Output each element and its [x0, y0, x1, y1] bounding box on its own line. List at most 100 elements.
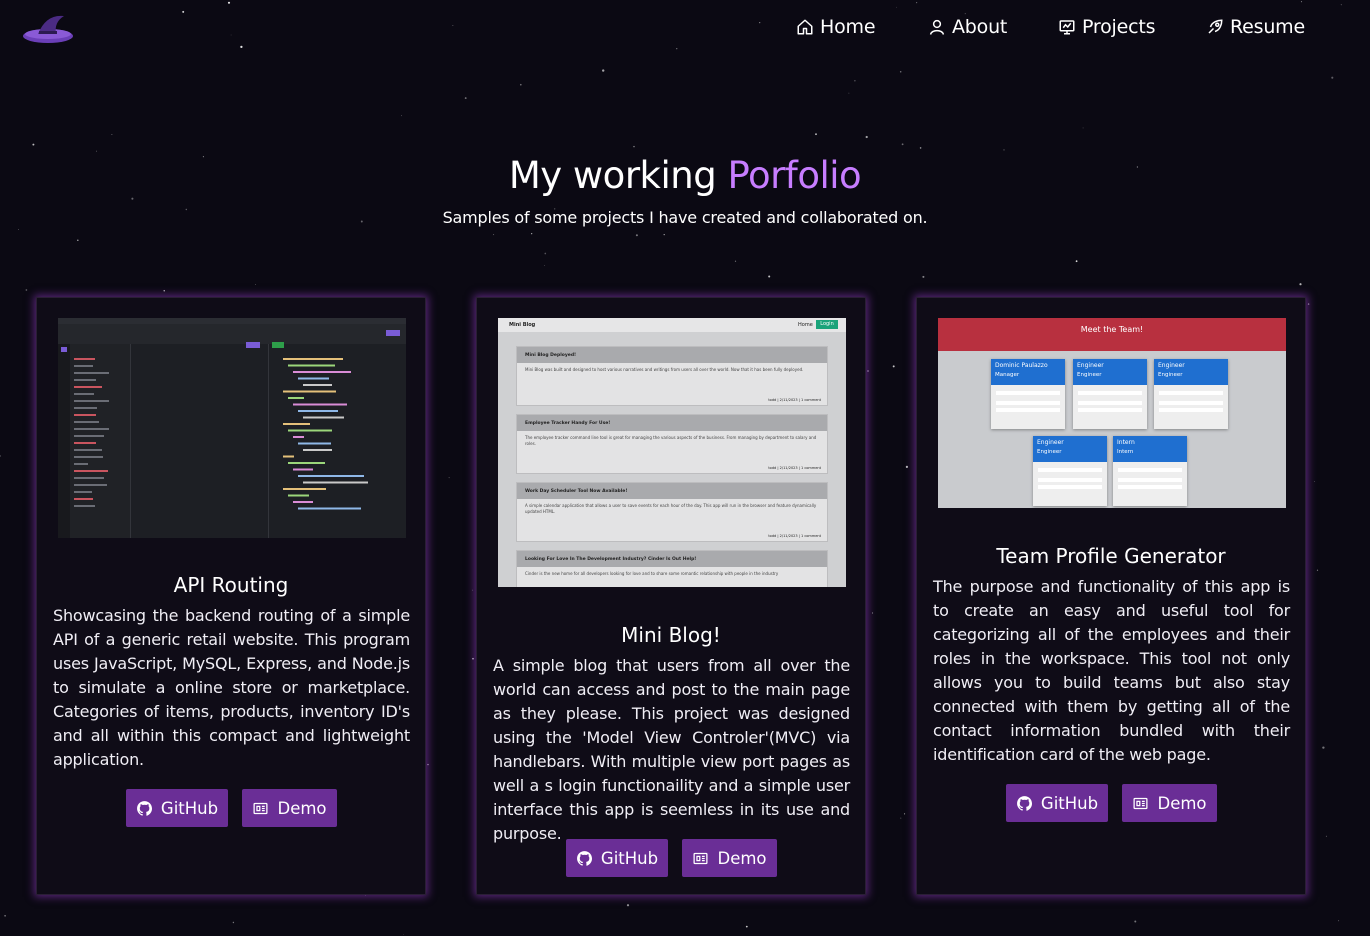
projects-icon [1059, 20, 1075, 35]
blog-post-body: The employee tracker command line tool i… [525, 435, 817, 446]
code-line [298, 507, 361, 510]
star [815, 133, 817, 136]
folder-line [74, 505, 95, 507]
code-line [298, 442, 331, 445]
star [111, 134, 113, 136]
star [848, 92, 850, 94]
code-line [288, 462, 325, 464]
nav-home[interactable]: Home [796, 16, 876, 38]
demo-button[interactable]: Demo [682, 839, 777, 877]
star [1082, 127, 1084, 129]
star [472, 589, 474, 591]
blog-post-preview: Employee Tracker Handy For Use! The emplo… [516, 414, 828, 474]
member-role: Engineer [1158, 372, 1183, 378]
github-button[interactable]: GitHub [126, 789, 228, 827]
folder-line [74, 365, 93, 367]
project-card-api-routing: API Routing Showcasing the backend routi… [36, 297, 426, 895]
star [854, 80, 856, 82]
blog-post-title: Looking For Love In The Development Indu… [517, 551, 827, 567]
nav-about[interactable]: About [928, 16, 1007, 38]
code-line [288, 429, 332, 432]
blog-post-meta: todd | 2/11/2023 | 1 comment [768, 466, 821, 470]
star [602, 69, 605, 72]
star [745, 925, 748, 928]
blog-post-preview: Work Day Scheduler Tool Now Available! A … [516, 482, 828, 542]
blog-post-title: Mini Blog Deployed! [517, 347, 827, 363]
folder-line [74, 386, 102, 388]
nav-resume-label: Resume [1230, 16, 1305, 38]
star [25, 289, 28, 291]
code-line [303, 449, 332, 451]
demo-button[interactable]: Demo [1122, 784, 1217, 822]
github-icon [136, 800, 152, 816]
page-title: My working Porfolio [0, 154, 1370, 197]
folder-line [74, 456, 103, 458]
team-member-card: Engineer Engineer [1073, 359, 1147, 429]
folder-line [74, 463, 88, 465]
star [872, 612, 874, 614]
member-name: Dominic Paulazzo [995, 362, 1048, 369]
folder-line [74, 372, 109, 374]
blog-post-meta: todd | 2/11/2023 | 1 comment [768, 398, 821, 402]
code-line [283, 488, 326, 490]
star [901, 143, 904, 146]
page-subtitle: Samples of some projects I have created … [442, 208, 928, 227]
star [4, 914, 6, 917]
api-routing-screenshot[interactable] [58, 318, 406, 538]
github-button[interactable]: GitHub [1006, 784, 1108, 822]
member-role: Engineer [1077, 372, 1102, 378]
code-line [293, 371, 351, 373]
code-line [288, 494, 309, 497]
star [96, 150, 97, 152]
mini-blog-screenshot[interactable]: Mini Blog Home Login Mini Blog Deployed!… [498, 318, 846, 587]
witch-hat-logo[interactable] [22, 12, 76, 46]
folder-line [74, 498, 93, 500]
code-line [303, 416, 344, 419]
team-member-card: Intern Intern [1113, 436, 1187, 506]
team-profile-screenshot[interactable]: Meet the Team! Dominic Paulazzo Manager En… [938, 318, 1286, 508]
star [448, 477, 450, 479]
demo-button[interactable]: Demo [242, 789, 337, 827]
screenshot-brand: Mini Blog [509, 322, 536, 328]
github-icon [1016, 795, 1032, 811]
star [904, 813, 906, 815]
project-title: Mini Blog! [621, 623, 721, 647]
folder-line [74, 421, 99, 423]
page-title-prefix: My working [508, 154, 728, 197]
top-navbar: Home About Projects Resume [0, 0, 1370, 56]
blog-post-body: Mini Blog was built and designed to host… [525, 367, 804, 372]
star [17, 229, 19, 231]
project-card-mini-blog: Mini Blog Home Login Mini Blog Deployed!… [476, 297, 866, 895]
star [0, 455, 1, 457]
star [768, 275, 771, 278]
page-title-accent: Porfolio [727, 154, 862, 197]
star [32, 143, 35, 146]
star [1325, 835, 1327, 837]
nav-resume[interactable]: Resume [1206, 16, 1305, 38]
nav-projects[interactable]: Projects [1058, 16, 1156, 38]
star [232, 921, 235, 924]
folder-line [74, 470, 108, 472]
star [531, 233, 533, 235]
code-line [298, 410, 338, 412]
folder-line [74, 428, 109, 430]
star [254, 284, 256, 285]
github-icon [576, 850, 592, 866]
code-line [303, 481, 368, 484]
nav-about-label: About [952, 16, 1008, 38]
demo-label: Demo [717, 848, 767, 868]
star [1322, 746, 1325, 749]
code-line [293, 501, 313, 503]
star [493, 234, 495, 236]
star [472, 657, 474, 660]
project-title: Team Profile Generator [996, 544, 1226, 568]
code-line [283, 455, 294, 458]
star [520, 83, 522, 86]
code-line [288, 397, 304, 399]
nav-home-label: Home [820, 16, 876, 38]
blog-post-body: Cinder is the new home for all developer… [525, 571, 779, 576]
demo-icon [693, 852, 708, 864]
folder-line [74, 400, 109, 402]
github-button[interactable]: GitHub [566, 839, 668, 877]
star [1314, 481, 1315, 482]
